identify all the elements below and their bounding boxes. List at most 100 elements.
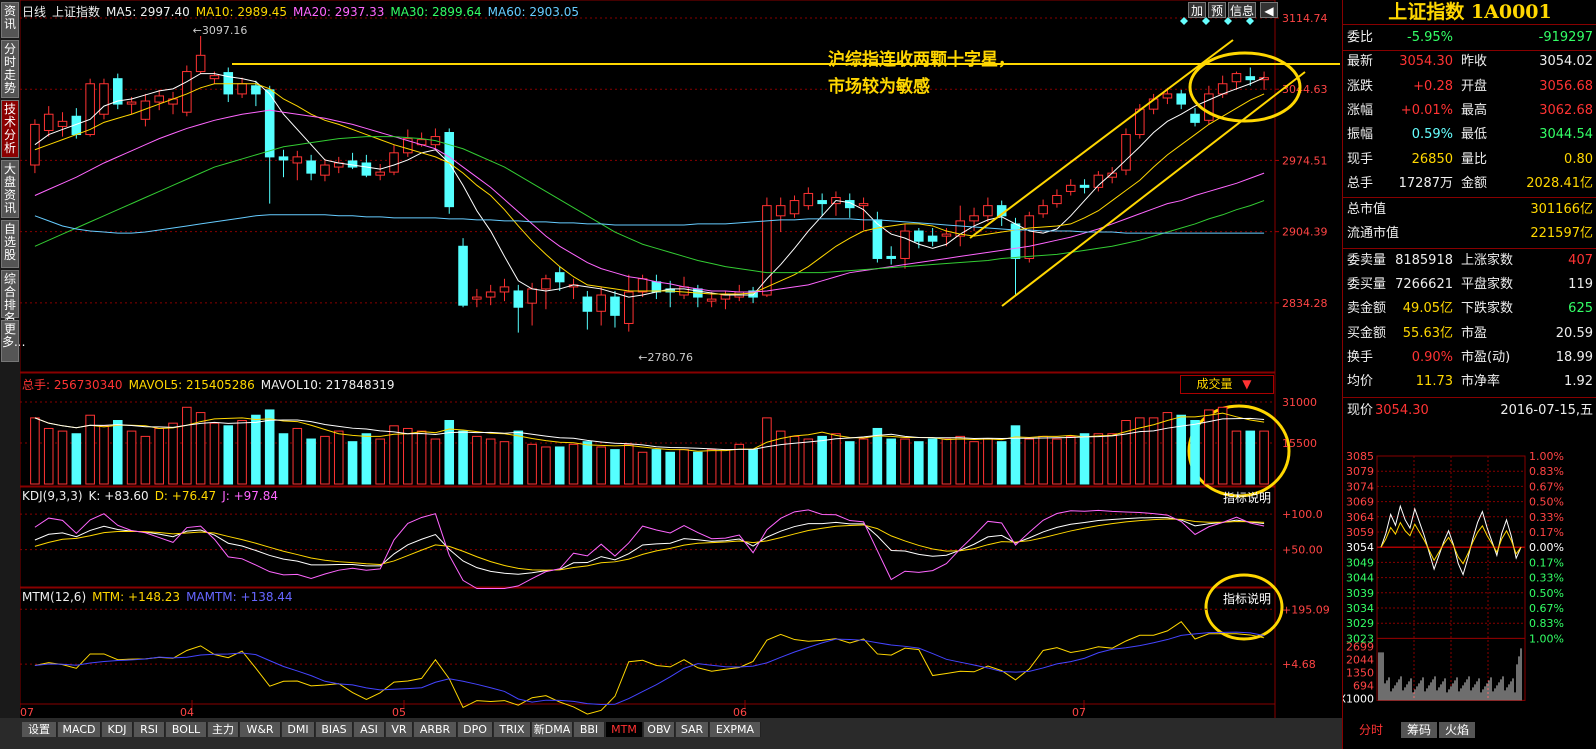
intraday-chart-svg[interactable]: 3085 1.00% 3079 0.83% 3074 0.67% 3069 0.50% 3064… [1343, 400, 1596, 720]
quote-value: 625 [1568, 301, 1593, 317]
x-axis-label: 04 [180, 706, 194, 718]
mtm-axis-label: +4.68 [1282, 658, 1316, 671]
high-marker: ←3097.16 [193, 24, 248, 37]
intraday-tab-1[interactable]: 筹码 [1401, 722, 1437, 738]
volume-bar [1052, 438, 1062, 485]
candle-body [320, 164, 330, 176]
quote-row: 委买量 7266621 平盘家数 119 [1343, 273, 1596, 297]
volume-header: 总手: 256730340 MAVOL5: 215405286 MAVOL10: 2… [22, 376, 400, 393]
sidebar-tab-1[interactable]: 分时走势 [1, 40, 19, 98]
quote-value: 3056.68 [1539, 78, 1593, 94]
volume-bar [1190, 420, 1200, 485]
collapse-button[interactable]: ◀ [1260, 2, 1278, 18]
indicator-tab-17[interactable]: OBV [644, 722, 675, 737]
intraday-left-label: 3039 [1346, 587, 1374, 600]
kdj-axis-label: +100.0 [1282, 508, 1323, 521]
x-axis-label: 07 [20, 706, 34, 718]
add-button[interactable]: 加 [1188, 2, 1206, 18]
volume-bar [306, 438, 316, 485]
indicator-tab-1[interactable]: MACD [58, 722, 101, 737]
quote-value: 26850 [1411, 151, 1453, 167]
indicator-tab-0[interactable]: 设置 [22, 722, 57, 737]
candle-body [182, 71, 192, 113]
indicator-tab-16[interactable]: MTM [606, 722, 643, 737]
volume-bar [914, 441, 924, 485]
intraday-tab-0[interactable]: 分时 [1353, 722, 1389, 738]
quote-row: 涨幅 +0.01% 最高 3062.68 [1343, 99, 1596, 123]
candle-body [1079, 184, 1090, 188]
sidebar-tab-3[interactable]: 大盘资讯 [1, 160, 19, 218]
indicator-tab-8[interactable]: BIAS [316, 722, 353, 737]
intraday-volume-label: 2044 [1346, 653, 1374, 666]
volume-bar [831, 433, 841, 485]
candle-body [914, 230, 924, 242]
volume-bar [886, 438, 896, 485]
sidebar-tab-0[interactable]: 资讯 [1, 2, 19, 38]
x-axis-label: 07 [1072, 706, 1086, 718]
kdj-help-link[interactable]: 指标说明 [1223, 489, 1271, 506]
sidebar-tab-2[interactable]: 技术分析 [1, 100, 19, 158]
volume-bar [858, 438, 869, 485]
quote-row: 换手 0.90% 市盈(动) 18.99 [1343, 346, 1596, 370]
quote-row: 现手 26850 量比 0.80 [1343, 148, 1596, 172]
mtm-help-link[interactable]: 指标说明 [1223, 590, 1271, 607]
quote-row: 振幅 0.59% 最低 3044.54 [1343, 123, 1596, 147]
indicator-tab-15[interactable]: BBI [574, 722, 605, 737]
predict-button[interactable]: 预 [1208, 2, 1226, 18]
volume-bar [513, 430, 524, 485]
index-name: 上证指数 [52, 5, 101, 19]
info-button[interactable]: 信息 [1228, 2, 1256, 18]
kline-chart-svg[interactable]: 3114.743044.632974.512904.392834.28←3097… [20, 0, 1340, 718]
volume-bar [416, 430, 427, 485]
indicator-tab-3[interactable]: RSI [134, 722, 165, 737]
indicator-tab-5[interactable]: 主力 [208, 722, 239, 737]
volume-select-label: 成交量 [1196, 377, 1233, 391]
volume-axis-label: 31000 [1282, 396, 1317, 409]
candle-body [679, 286, 689, 296]
volume-bar [665, 451, 675, 485]
indicator-tab-9[interactable]: ASI [354, 722, 385, 737]
intraday-tab-2[interactable]: 火焰 [1439, 722, 1475, 738]
chart-area[interactable]: 3114.74 3044.63 2974.51 2904.39 2834.28 ←3097… [20, 0, 1340, 718]
sidebar-tab-5[interactable]: 综合排名 [1, 270, 19, 325]
volume-bar [1093, 433, 1104, 485]
volume-bar [499, 441, 510, 485]
quote-value: -919297 [1538, 30, 1593, 45]
price-axis-label: 2834.28 [1282, 297, 1328, 310]
indicator-tab-19[interactable]: EXPMA [710, 722, 761, 737]
indicator-tab-2[interactable]: KDJ [102, 722, 133, 737]
quote-label: 买金额 [1347, 325, 1387, 341]
indicator-tab-18[interactable]: SAR [676, 722, 709, 737]
indicator-tab-4[interactable]: BOLL [166, 722, 207, 737]
sidebar-tab-4[interactable]: 自选股 [1, 220, 19, 268]
volume-bar [472, 435, 482, 485]
candle-body [734, 291, 745, 298]
indicator-tab-14[interactable]: 新DMA [532, 722, 573, 737]
sidebar-tab-6[interactable]: 更多... [1, 320, 25, 362]
price-axis-label: 2904.39 [1282, 226, 1328, 239]
indicator-tab-11[interactable]: ARBR [414, 722, 457, 737]
volume-bar [1065, 435, 1076, 485]
candle-body [43, 113, 54, 131]
quote-value: +0.28 [1413, 78, 1453, 94]
ma10-label: MA10: 2989.45 [195, 5, 288, 19]
candle-body [941, 233, 952, 237]
indicator-tab-13[interactable]: TRIX [494, 722, 531, 737]
intraday-volume-label: X1000 [1343, 692, 1374, 705]
mtm-axis-label: +195.09 [1282, 603, 1330, 616]
volume-bar [1121, 420, 1131, 485]
indicator-tab-6[interactable]: W&R [240, 722, 281, 737]
volume-bar [803, 438, 814, 485]
indicator-tab-10[interactable]: VR [386, 722, 413, 737]
quote-label: 卖金额 [1347, 301, 1387, 317]
quote-value: 0.90% [1411, 349, 1453, 365]
volume-bar [955, 435, 966, 485]
quote-value: 8185918 [1395, 252, 1453, 268]
quote-value: 49.05亿 [1402, 301, 1453, 317]
volume-indicator-select[interactable]: 成交量 ▼ [1180, 375, 1274, 394]
quote-label: 平盘家数 [1461, 277, 1514, 292]
indicator-tab-12[interactable]: DPO [458, 722, 493, 737]
quote-value: -5.95% [1407, 30, 1453, 45]
indicator-tab-7[interactable]: DMI [282, 722, 315, 737]
candle-body [306, 160, 316, 174]
